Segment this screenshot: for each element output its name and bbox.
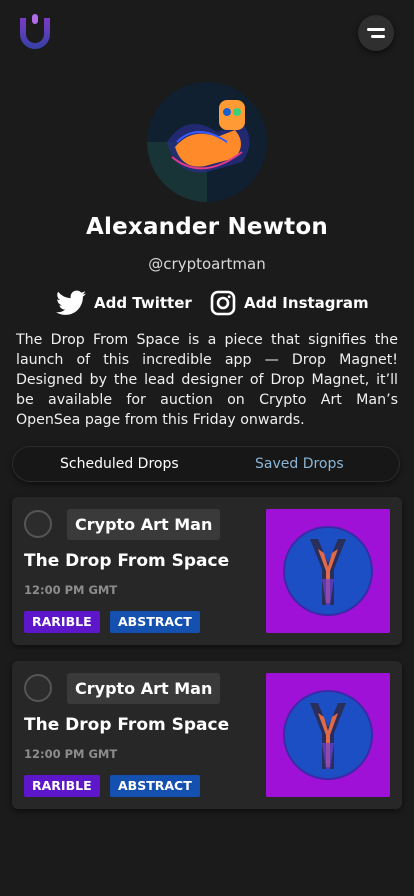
tag-rarible[interactable]: RARIBLE xyxy=(24,775,100,797)
menu-icon-bar xyxy=(371,35,385,38)
drop-card[interactable]: Crypto Art Man The Drop From Space 12:00… xyxy=(12,661,402,809)
top-bar xyxy=(0,0,414,70)
creator-avatar[interactable] xyxy=(24,510,52,538)
drop-title: The Drop From Space xyxy=(24,715,230,735)
profile-bio: The Drop From Space is a piece that sign… xyxy=(16,332,398,428)
drop-time: 12:00 PM GMT xyxy=(24,583,118,597)
profile-name: Alexander Newton xyxy=(86,214,328,240)
add-twitter-button[interactable]: Add Twitter xyxy=(56,288,192,318)
menu-icon xyxy=(367,28,385,31)
drop-magnet-logo-icon[interactable] xyxy=(18,14,52,50)
creator-name[interactable]: Crypto Art Man xyxy=(67,673,221,704)
drop-artwork[interactable] xyxy=(266,673,390,797)
drop-card[interactable]: Crypto Art Man The Drop From Space 12:00… xyxy=(12,497,402,645)
drop-title: The Drop From Space xyxy=(24,551,230,571)
creator-name[interactable]: Crypto Art Man xyxy=(67,509,221,540)
drops-tab-bar: Scheduled Drops Saved Drops xyxy=(12,446,400,482)
add-instagram-button[interactable]: Add Instagram xyxy=(210,288,369,318)
drop-time: 12:00 PM GMT xyxy=(24,747,118,761)
tab-saved-drops[interactable]: Saved Drops xyxy=(255,446,344,482)
tab-scheduled-drops[interactable]: Scheduled Drops xyxy=(60,446,179,482)
profile-handle: @cryptoartman xyxy=(148,255,266,273)
instagram-icon xyxy=(210,290,236,316)
add-instagram-label: Add Instagram xyxy=(244,294,369,312)
avatar[interactable] xyxy=(147,82,267,202)
tag-rarible[interactable]: RARIBLE xyxy=(24,611,100,633)
creator-avatar[interactable] xyxy=(24,674,52,702)
tag-abstract[interactable]: ABSTRACT xyxy=(110,611,200,633)
menu-button[interactable] xyxy=(358,15,394,51)
drop-artwork[interactable] xyxy=(266,509,390,633)
add-twitter-label: Add Twitter xyxy=(94,294,192,312)
twitter-icon xyxy=(56,290,86,315)
tag-abstract[interactable]: ABSTRACT xyxy=(110,775,200,797)
